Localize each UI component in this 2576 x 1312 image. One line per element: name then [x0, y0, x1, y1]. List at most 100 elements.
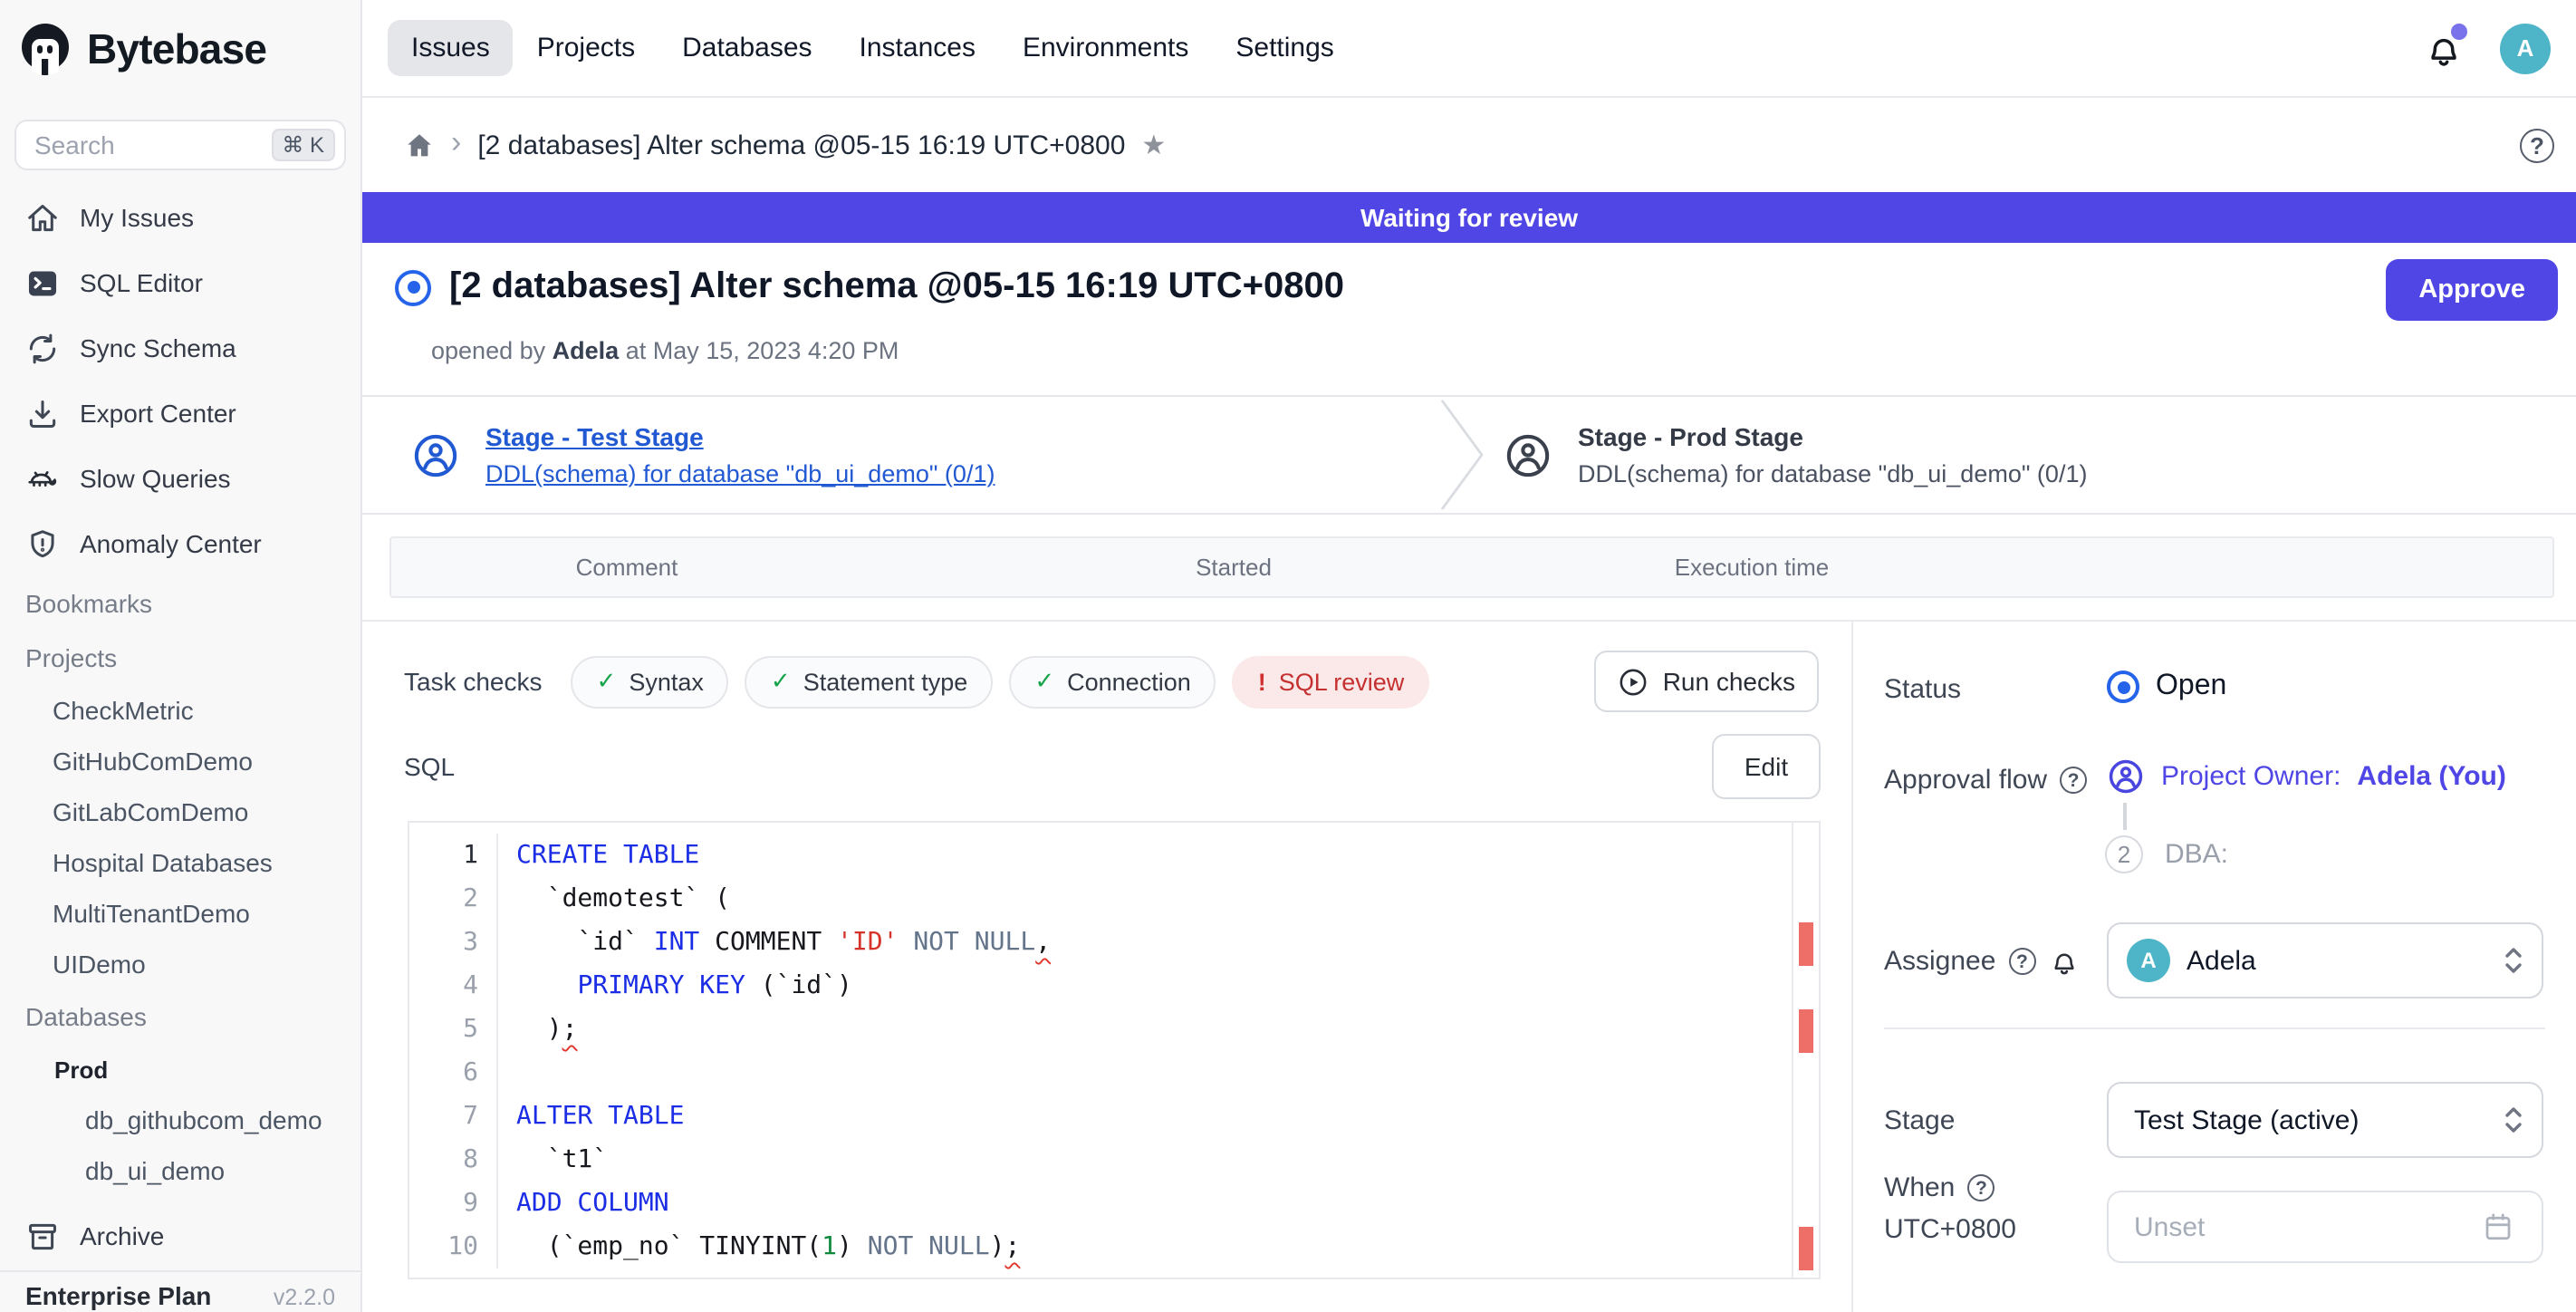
check-pass-icon: ✓ [597, 667, 617, 696]
top-nav: Issues Projects Databases Instances Envi… [362, 0, 2576, 98]
main-area: Issues Projects Databases Instances Envi… [362, 0, 2576, 1312]
assignee-help-icon[interactable]: ? [2008, 948, 2035, 975]
sidebar-db-ui-demo[interactable]: db_ui_demo [0, 1145, 360, 1196]
search-shortcut: ⌘ K [271, 129, 335, 161]
stage-title[interactable]: Stage - Test Stage [485, 422, 995, 451]
breadcrumb-title[interactable]: [2 databases] Alter schema @05-15 16:19 … [477, 130, 1125, 160]
when-help-icon[interactable]: ? [1967, 1174, 1994, 1201]
check-statement-type[interactable]: ✓ Statement type [745, 655, 993, 708]
tab-settings[interactable]: Settings [1212, 20, 1357, 76]
bookmark-star-icon[interactable]: ★ [1141, 129, 1166, 161]
search-input[interactable]: Search ⌘ K [14, 120, 346, 170]
status-value: Open [2107, 670, 2226, 703]
issue-header: [2 databases] Alter schema @05-15 16:19 … [362, 243, 2576, 395]
when-label: When ? [1884, 1172, 1994, 1203]
tab-environments[interactable]: Environments [999, 20, 1212, 76]
issue-author[interactable]: Adela [553, 337, 620, 364]
check-fail-icon: ! [1258, 668, 1266, 695]
breadcrumb-home-icon[interactable] [404, 130, 435, 160]
when-date-input[interactable] [2107, 1191, 2543, 1263]
sidebar-item-label: Anomaly Center [80, 529, 262, 558]
sidebar-item-label: SQL Editor [80, 268, 203, 297]
sidebar-project-hospital-databases[interactable]: Hospital Databases [0, 837, 360, 888]
turtle-icon [25, 461, 60, 496]
help-icon[interactable]: ? [2520, 128, 2554, 162]
status-label: Status [1884, 674, 1961, 705]
assignee-bell-icon[interactable] [2048, 946, 2079, 977]
check-label: SQL review [1279, 668, 1405, 695]
assignee-select[interactable]: A Adela [2107, 922, 2543, 998]
sidebar-project-multitenantdemo[interactable]: MultiTenantDemo [0, 888, 360, 939]
notifications-bell-icon[interactable] [2424, 28, 2464, 68]
sidebar-item-anomaly-center[interactable]: Anomaly Center [0, 511, 360, 576]
stage-subtitle[interactable]: DDL(schema) for database "db_ui_demo" (0… [485, 460, 995, 487]
sidebar-item-slow-queries[interactable]: Slow Queries [0, 446, 360, 511]
logo[interactable]: Bytebase [0, 0, 360, 98]
sql-editor[interactable]: 1CREATE TABLE2 `demotest` (3 `id` INT CO… [408, 821, 1821, 1279]
sidebar-project-githubcomdemo[interactable]: GitHubComDemo [0, 736, 360, 786]
approval-role: Project Owner: [2161, 761, 2341, 792]
status-text: Open [2156, 670, 2226, 703]
download-icon [25, 396, 60, 430]
check-connection[interactable]: ✓ Connection [1009, 655, 1216, 708]
code-line: 9ADD COLUMN [409, 1182, 1793, 1225]
approval-user[interactable]: Adela (You) [2357, 761, 2505, 792]
code-line: 7ALTER TABLE [409, 1095, 1793, 1138]
approve-button[interactable]: Approve [2386, 259, 2558, 321]
sidebar-item-archive[interactable]: Archive [0, 1203, 360, 1269]
person-circle-icon [1504, 430, 1552, 479]
approval-flow-label: Approval flow ? [1884, 765, 2087, 796]
column-execution-time: Execution time [1675, 554, 1830, 581]
brand-name: Bytebase [87, 24, 266, 73]
check-pass-icon: ✓ [771, 667, 791, 696]
run-checks-label: Run checks [1663, 667, 1795, 696]
sidebar-item-export-center[interactable]: Export Center [0, 381, 360, 446]
archive-icon [25, 1219, 60, 1253]
sidebar-item-my-issues[interactable]: My Issues [0, 185, 360, 250]
sql-code-lines: 1CREATE TABLE2 `demotest` (3 `id` INT CO… [409, 823, 1793, 1278]
sidebar-item-sql-editor[interactable]: SQL Editor [0, 250, 360, 315]
sql-section-header: SQL Edit [404, 734, 1821, 799]
bytebase-mascot-icon [18, 22, 72, 76]
code-line: 6 [409, 1051, 1793, 1095]
tab-projects[interactable]: Projects [514, 20, 658, 76]
sidebar-item-label: Export Center [80, 399, 236, 428]
sidebar-project-checkmetric[interactable]: CheckMetric [0, 685, 360, 736]
check-sql-review[interactable]: ! SQL review [1233, 655, 1430, 708]
check-label: Statement type [803, 668, 968, 695]
check-syntax[interactable]: ✓ Syntax [572, 655, 729, 708]
breadcrumb-chevron-icon: › [451, 125, 461, 161]
sql-label: SQL [404, 752, 455, 781]
play-circle-icon [1618, 666, 1648, 697]
sync-icon [25, 331, 60, 365]
stage-card-test[interactable]: Stage - Test Stage DDL(schema) for datab… [411, 397, 995, 513]
stage-card-prod[interactable]: Stage - Prod Stage DDL(schema) for datab… [1504, 397, 2087, 513]
user-avatar[interactable]: A [2500, 23, 2551, 73]
sidebar-item-label: Archive [80, 1221, 164, 1250]
plan-label[interactable]: Enterprise Plan [25, 1281, 211, 1310]
approval-help-icon[interactable]: ? [2060, 767, 2087, 794]
stage-value: Test Stage (active) [2134, 1105, 2359, 1135]
sidebar-environment-prod[interactable]: Prod [0, 1044, 360, 1095]
edit-button[interactable]: Edit [1712, 734, 1821, 799]
line-number: 1 [409, 834, 496, 877]
line-number: 5 [409, 1008, 496, 1051]
sidebar-db-githubcom-demo[interactable]: db_githubcom_demo [0, 1095, 360, 1145]
sidebar-section-projects: Projects [0, 631, 360, 685]
line-number: 2 [409, 877, 496, 921]
stage-select[interactable]: Test Stage (active) [2107, 1082, 2543, 1158]
sidebar-item-sync-schema[interactable]: Sync Schema [0, 315, 360, 381]
run-checks-button[interactable]: Run checks [1594, 651, 1819, 712]
task-detail-column: Task checks ✓ Syntax ✓ Statement type ✓ … [362, 620, 1851, 1312]
tab-instances[interactable]: Instances [836, 20, 999, 76]
person-circle-icon [2107, 757, 2145, 796]
tab-databases[interactable]: Databases [658, 20, 835, 76]
issue-open-icon [395, 269, 431, 305]
sidebar-project-gitlabcomdemo[interactable]: GitLabComDemo [0, 786, 360, 837]
issue-meta: opened by Adela at May 15, 2023 4:20 PM [431, 337, 899, 364]
tab-issues[interactable]: Issues [388, 20, 514, 76]
sidebar-project-uidemo[interactable]: UIDemo [0, 939, 360, 989]
sidebar-item-label: My Issues [80, 203, 194, 232]
line-number: 9 [409, 1182, 496, 1225]
check-label: Syntax [629, 668, 704, 695]
